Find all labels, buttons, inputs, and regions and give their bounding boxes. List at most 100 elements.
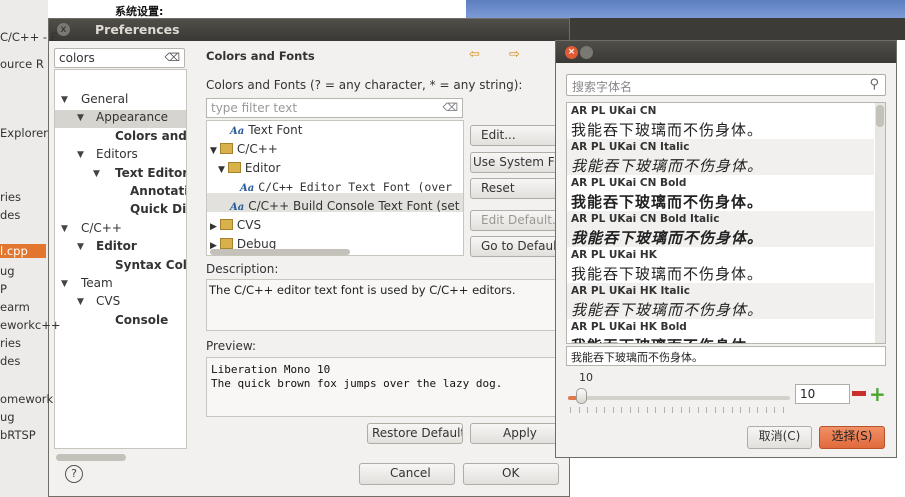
background-item: earm xyxy=(0,300,30,314)
expander-icon[interactable]: ▼ xyxy=(77,297,84,307)
font-name: AR PL UKai HK Italic xyxy=(571,285,690,297)
help-icon[interactable]: ? xyxy=(65,465,83,483)
font-list-item[interactable]: AR PL UKai CN Bold Italic 我能吞下玻璃而不伤身体。 xyxy=(567,211,874,247)
clear-icon[interactable]: ⌫ xyxy=(164,51,180,64)
font-preview-field[interactable]: 我能吞下玻璃而不伤身体。 xyxy=(566,346,886,366)
slider-tick xyxy=(604,407,605,413)
font-tree-item[interactable]: Aa Text Font xyxy=(230,123,302,137)
ok-button[interactable]: OK xyxy=(463,463,559,485)
forward-arrow-icon[interactable]: ⇨ xyxy=(509,47,520,62)
scrollbar-thumb[interactable] xyxy=(210,249,350,255)
reset-button[interactable]: Reset xyxy=(470,178,566,199)
slider-tick xyxy=(765,407,767,413)
slider-tick xyxy=(646,407,648,413)
expander-icon[interactable]: ▼ xyxy=(93,169,100,179)
tree-item[interactable]: Colors and Fonts xyxy=(115,129,186,143)
font-list-item[interactable]: AR PL UKai HK Bold 我能吞下玻璃而不伤身体。 xyxy=(567,319,874,343)
tree-item[interactable]: CVS xyxy=(96,294,120,308)
expander-icon[interactable]: ▼ xyxy=(210,146,217,156)
font-name: AR PL UKai CN Bold xyxy=(571,177,687,189)
scrollbar-thumb[interactable] xyxy=(876,105,884,127)
font-search-placeholder: 搜索字体名 xyxy=(572,80,633,94)
expander-icon[interactable]: ▼ xyxy=(218,165,225,175)
expander-icon[interactable]: ▼ xyxy=(77,150,84,160)
increase-icon[interactable]: + xyxy=(869,384,886,404)
tree-item[interactable]: Team xyxy=(81,276,113,290)
type-filter-placeholder: type filter text xyxy=(211,101,298,115)
slider-tick xyxy=(714,407,716,413)
font-tree-item[interactable]: Aa C/C++ Editor Text Font (over xyxy=(240,180,452,194)
go-to-default-button[interactable]: Go to Default xyxy=(470,236,566,257)
font-size-value: 10 xyxy=(800,387,816,401)
tree-item[interactable]: C/C++ xyxy=(81,221,122,235)
background-item: ource R xyxy=(0,57,44,71)
preview-label: Preview: xyxy=(206,339,257,353)
font-list-item[interactable]: AR PL UKai HK Italic 我能吞下玻璃而不伤身体。 xyxy=(567,283,874,319)
slider-tick xyxy=(595,407,597,413)
cancel-button[interactable]: 取消(C) xyxy=(747,426,812,449)
tree-item[interactable]: Quick Diff xyxy=(130,202,186,216)
tree-horizontal-scrollbar[interactable] xyxy=(54,453,187,463)
expander-icon[interactable]: ▼ xyxy=(61,279,68,289)
tree-item[interactable]: Appearance xyxy=(96,110,168,124)
tree-item[interactable]: Console xyxy=(115,313,168,327)
description-box: The C/C++ editor text font is used by C/… xyxy=(206,279,558,331)
font-tree-label: CVS xyxy=(236,218,262,232)
slider-tick xyxy=(672,407,673,413)
apply-button[interactable]: Apply xyxy=(470,423,566,444)
close-icon[interactable]: × xyxy=(565,46,578,59)
preferences-tree: ▼ General ▼ Appearance Colors and Fonts ▼ Edit… xyxy=(54,69,187,449)
tree-item[interactable]: General xyxy=(81,92,128,106)
font-chooser-dialog: × 搜索字体名 ⚲ AR PL UKai CN 我能吞下玻璃而不伤身体。 AR PL… xyxy=(555,40,897,458)
font-tree-item[interactable]: ▶ CVS xyxy=(210,218,261,232)
restore-defaults-button[interactable]: Restore Defaults xyxy=(367,423,463,444)
font-tree-item[interactable]: Aa C/C++ Build Console Text Font (set to xyxy=(230,199,463,213)
close-icon[interactable]: x xyxy=(57,23,70,36)
font-search-input[interactable]: 搜索字体名 ⚲ xyxy=(566,74,886,96)
font-name: AR PL UKai HK xyxy=(571,249,657,261)
font-size-spinbox[interactable]: 10 xyxy=(795,384,850,404)
page-title: Colors and Fonts xyxy=(206,49,315,63)
font-list-item[interactable]: AR PL UKai CN Bold 我能吞下玻璃而不伤身体。 xyxy=(567,175,874,211)
font-list-item[interactable]: AR PL UKai CN Italic 我能吞下玻璃而不伤身体。 xyxy=(567,139,874,175)
font-list-scrollbar[interactable] xyxy=(875,103,885,343)
background-item: des xyxy=(0,208,21,222)
scrollbar-thumb[interactable] xyxy=(56,454,126,461)
type-filter-input[interactable]: type filter text ⌫ xyxy=(206,98,463,118)
tree-item[interactable]: Syntax Coloring xyxy=(115,258,186,272)
expander-icon[interactable]: ▶ xyxy=(210,222,217,232)
edit-button[interactable]: Edit... xyxy=(470,125,566,146)
tree-item[interactable]: Editor xyxy=(96,239,137,253)
tree-item[interactable]: Editors xyxy=(96,147,138,161)
expander-icon[interactable]: ▼ xyxy=(77,113,84,123)
slider-tick xyxy=(663,407,665,413)
background-item: C/C++ - E xyxy=(0,30,58,44)
cancel-button[interactable]: Cancel xyxy=(359,463,455,485)
preview-line: Liberation Mono 10 xyxy=(211,363,331,376)
font-tree-item[interactable]: ▼ Editor xyxy=(218,161,280,175)
expander-icon[interactable]: ▼ xyxy=(61,95,68,105)
font-preview-text: 我能吞下玻璃而不伤身体。 xyxy=(571,351,703,364)
slider-knob[interactable] xyxy=(576,388,587,404)
font-tree-item[interactable]: ▼ C/C++ xyxy=(210,142,278,156)
preferences-filter-input[interactable]: colors ⌫ xyxy=(54,48,185,68)
font-sample: 我能吞下玻璃而不伤身体。 xyxy=(571,157,764,175)
select-button[interactable]: 选择(S) xyxy=(819,426,885,449)
background-item: des xyxy=(0,354,21,368)
font-size-slider[interactable] xyxy=(568,396,790,400)
font-list-item[interactable]: AR PL UKai HK 我能吞下玻璃而不伤身体。 xyxy=(567,247,874,283)
decrease-icon[interactable] xyxy=(852,385,866,403)
font-list-item[interactable]: AR PL UKai CN 我能吞下玻璃而不伤身体。 xyxy=(567,103,874,139)
edit-default-button[interactable]: Edit Default... xyxy=(470,210,566,231)
tree-item[interactable]: Text Editors xyxy=(115,166,186,180)
use-system-font-button[interactable]: Use System Font xyxy=(470,152,566,173)
tree-item[interactable]: Annotations xyxy=(130,184,186,198)
slider-tick xyxy=(655,407,656,413)
maximize-icon[interactable] xyxy=(580,46,593,59)
clear-icon[interactable]: ⌫ xyxy=(442,101,458,114)
back-arrow-icon[interactable]: ⇦ xyxy=(469,47,480,62)
background-item: l.cpp xyxy=(0,244,46,258)
expander-icon[interactable]: ▼ xyxy=(61,224,68,234)
expander-icon[interactable]: ▼ xyxy=(77,242,84,252)
font-tree-horizontal-scrollbar[interactable] xyxy=(207,247,455,255)
